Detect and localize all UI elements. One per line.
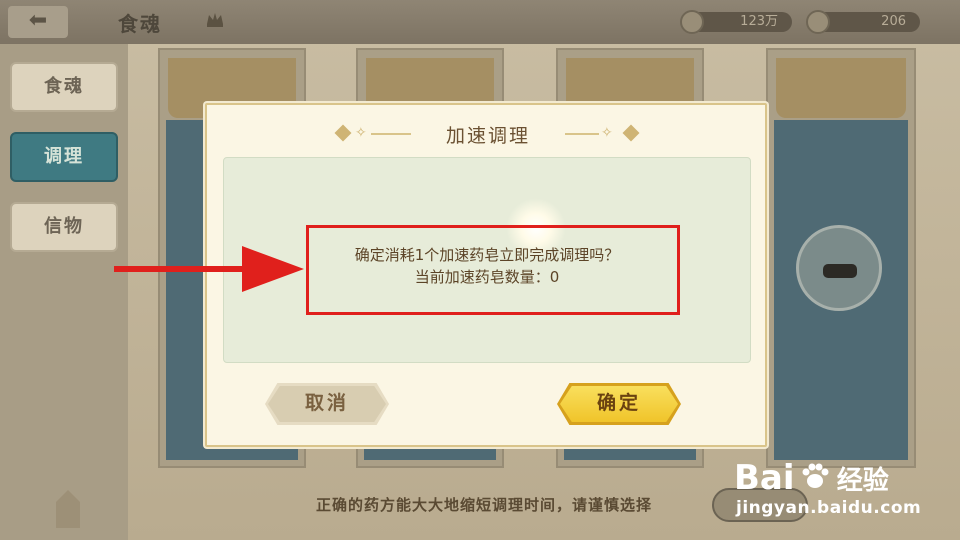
tab-label: 信物	[44, 216, 84, 237]
slot-add-button[interactable]	[796, 225, 882, 311]
confirm-label: 确定	[596, 392, 641, 414]
tab-label: 调理	[44, 146, 84, 167]
tab-label: 食魂	[44, 76, 84, 97]
annotation-highlight-box	[306, 225, 680, 315]
watermark-text: Bai	[734, 458, 795, 498]
bottom-hint: 正确的药方能大大地缩短调理时间，请谨慎选择	[316, 496, 653, 514]
back-button[interactable]: ⬅	[8, 6, 68, 38]
watermark-text-2: 经验	[836, 466, 889, 496]
ornament-icon	[56, 490, 80, 528]
dialog-title: 加速调理	[445, 125, 530, 147]
cancel-button[interactable]: 取消	[265, 383, 389, 425]
back-arrow-icon: ⬅	[28, 8, 48, 33]
coin-icon	[806, 10, 830, 34]
confirm-button[interactable]: 确定	[557, 383, 681, 425]
dialog-header: ✧ ✧ 加速调理	[334, 119, 640, 149]
quill-icon	[680, 10, 704, 34]
annotation-arrow-icon	[242, 246, 304, 292]
resource-2-value: 206	[881, 14, 906, 29]
left-panel: 食魂 调理 信物	[0, 44, 128, 540]
tab-xinwu[interactable]: 信物	[10, 202, 118, 252]
top-bar: ⬅ 食魂 123万 206	[0, 0, 960, 44]
page-title: 食魂	[118, 12, 162, 36]
resource-pill-2: 206	[806, 10, 920, 34]
crown-icon	[207, 13, 223, 27]
cancel-label: 取消	[304, 392, 349, 414]
resource-pill-1: 123万	[680, 10, 792, 34]
watermark-url: jingyan.baidu.com	[736, 498, 922, 518]
tab-tiaoli[interactable]: 调理	[10, 132, 118, 182]
resource-1-value: 123万	[740, 14, 778, 29]
tab-shihun[interactable]: 食魂	[10, 62, 118, 112]
watermark-logo: Bai 经验	[734, 458, 889, 498]
paw-icon	[802, 463, 829, 488]
